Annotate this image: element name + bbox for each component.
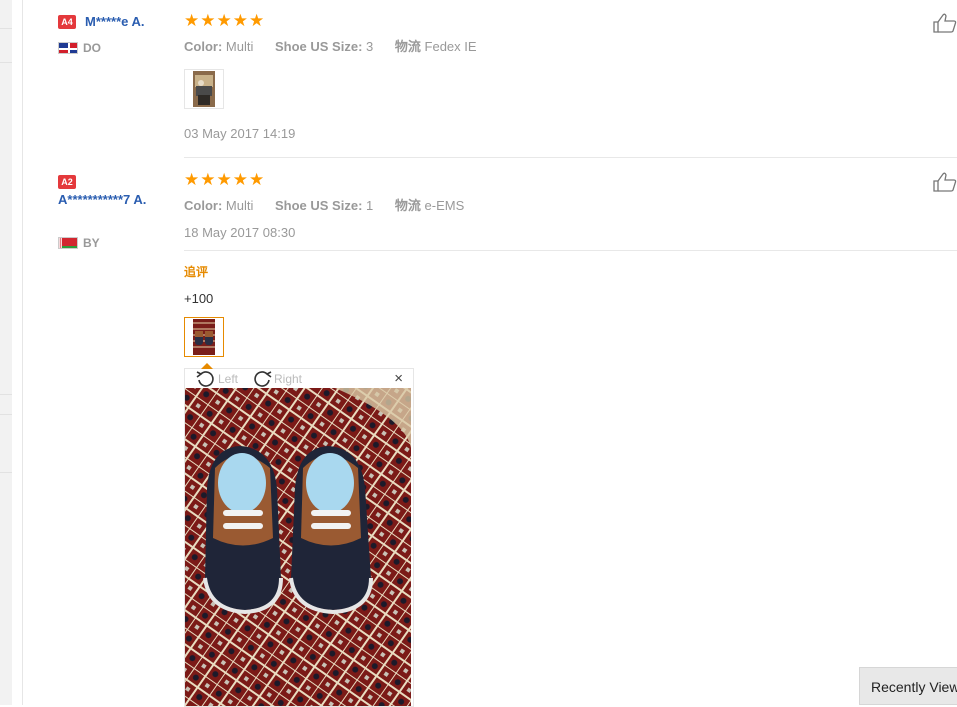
logistics-label: 物流: [394, 39, 421, 54]
rotate-right-icon: [254, 371, 272, 387]
rotate-right-button[interactable]: Right: [251, 369, 302, 388]
logistics-label: 物流: [394, 198, 421, 213]
star-icon: ★: [200, 11, 216, 30]
rail-divider: [0, 62, 12, 63]
rotate-left-icon: [196, 371, 214, 387]
order-attributes: Color: Multi Shoe US Size: 1 物流 e-EMS: [184, 195, 464, 214]
star-icon: ★: [249, 11, 265, 30]
content-border: [22, 0, 23, 705]
star-rating: ★ ★ ★ ★ ★: [184, 171, 264, 188]
left-rail: [0, 0, 12, 705]
rotate-right-label: Right: [274, 371, 303, 386]
thumbs-up-icon[interactable]: [933, 13, 957, 33]
star-icon: ★: [232, 11, 248, 30]
additional-feedback-title: 追评: [184, 265, 209, 279]
review-item: A2 A***********7 A. BY ★ ★ ★ ★ ★ Color: …: [58, 158, 957, 707]
review-photo-image: [193, 319, 215, 355]
order-attributes: Color: Multi Shoe US Size: 3 物流 Fedex IE: [184, 36, 477, 55]
rail-divider: [0, 28, 12, 29]
color-label: Color:: [184, 198, 223, 213]
close-viewer-button[interactable]: ×: [394, 370, 403, 387]
buyer-level-badge: A2: [58, 175, 76, 189]
rotate-left-button[interactable]: Left: [195, 369, 238, 388]
size-value: 3: [366, 39, 374, 54]
followup-divider: [184, 250, 957, 251]
star-icon: ★: [184, 11, 200, 30]
reviewer-name[interactable]: A***********7 A.: [58, 191, 168, 208]
logistics-value: e-EMS: [424, 198, 465, 213]
reviewer-name[interactable]: M*****e A.: [85, 13, 144, 30]
buyer-level-badge: A4: [58, 15, 76, 29]
review-item: A4 M*****e A. DO ★ ★ ★ ★ ★ Color: Multi …: [58, 0, 957, 158]
country-code: DO: [83, 41, 101, 55]
additional-feedback-text: +100: [184, 291, 214, 306]
country-code: BY: [83, 236, 100, 250]
color-value: Multi: [225, 39, 254, 54]
star-rating: ★ ★ ★ ★ ★: [184, 12, 264, 29]
reviewer-country: DO: [58, 41, 101, 55]
size-label: Shoe US Size:: [274, 198, 363, 213]
star-icon: ★: [184, 170, 200, 189]
baby-shoes-photo: [185, 388, 411, 706]
color-label: Color:: [184, 39, 223, 54]
thumbs-up-icon[interactable]: [933, 172, 957, 192]
viewer-toolbar: Left Right ×: [185, 369, 413, 388]
star-icon: ★: [216, 170, 232, 189]
rail-divider: [0, 472, 12, 473]
review-date: 03 May 2017 14:19: [184, 126, 296, 141]
photo-viewer: Left Right ×: [184, 363, 414, 707]
dominican-republic-flag-icon: [58, 42, 78, 54]
color-value: Multi: [225, 198, 254, 213]
size-value: 1: [366, 198, 374, 213]
rail-divider: [0, 414, 12, 415]
reviewer-country: BY: [58, 236, 100, 250]
star-icon: ★: [216, 11, 232, 30]
review-date: 18 May 2017 08:30: [184, 225, 296, 240]
belarus-flag-icon: [58, 237, 78, 249]
logistics-value: Fedex IE: [424, 39, 477, 54]
review-photo-image: [193, 71, 215, 107]
star-icon: ★: [249, 170, 265, 189]
rotate-left-label: Left: [218, 371, 239, 386]
star-icon: ★: [232, 170, 248, 189]
review-photo-large: [185, 388, 411, 706]
recently-viewed-tab[interactable]: Recently Viewed: [859, 667, 957, 705]
review-photo-thumbnail[interactable]: [184, 69, 224, 109]
rail-divider: [0, 394, 12, 395]
review-photo-thumbnail[interactable]: [184, 317, 224, 357]
size-label: Shoe US Size:: [274, 39, 363, 54]
star-icon: ★: [200, 170, 216, 189]
